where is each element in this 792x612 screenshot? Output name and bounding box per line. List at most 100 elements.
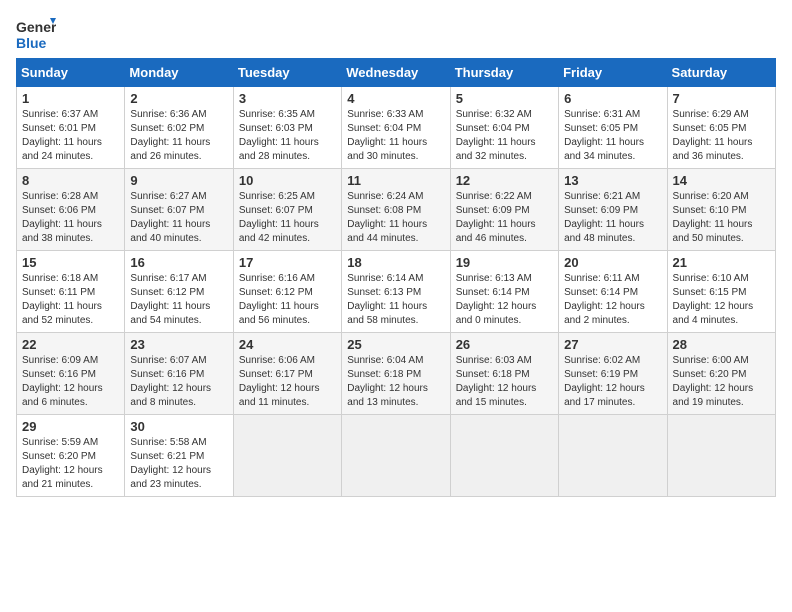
sunset-text: Sunset: 6:12 PM <box>239 286 336 300</box>
daylight-text: Daylight: 12 hours and 21 minutes. <box>22 464 119 492</box>
logo-blue: Blue <box>16 35 47 51</box>
sunrise-text: Sunrise: 6:37 AM <box>22 108 119 122</box>
calendar-cell: 15 Sunrise: 6:18 AM Sunset: 6:11 PM Dayl… <box>17 251 125 333</box>
daylight-text: Daylight: 12 hours and 0 minutes. <box>456 300 553 328</box>
cell-content: Sunrise: 6:33 AM Sunset: 6:04 PM Dayligh… <box>347 108 444 164</box>
cell-content: Sunrise: 6:00 AM Sunset: 6:20 PM Dayligh… <box>673 354 770 410</box>
calendar-table: SundayMondayTuesdayWednesdayThursdayFrid… <box>16 58 776 497</box>
sunrise-text: Sunrise: 6:14 AM <box>347 272 444 286</box>
calendar-cell: 14 Sunrise: 6:20 AM Sunset: 6:10 PM Dayl… <box>667 169 775 251</box>
day-number: 11 <box>347 173 444 188</box>
sunset-text: Sunset: 6:12 PM <box>130 286 227 300</box>
sunset-text: Sunset: 6:21 PM <box>130 450 227 464</box>
sunrise-text: Sunrise: 6:32 AM <box>456 108 553 122</box>
calendar-week-row: 22 Sunrise: 6:09 AM Sunset: 6:16 PM Dayl… <box>17 333 776 415</box>
daylight-text: Daylight: 11 hours and 58 minutes. <box>347 300 444 328</box>
cell-content: Sunrise: 6:31 AM Sunset: 6:05 PM Dayligh… <box>564 108 661 164</box>
sunrise-text: Sunrise: 6:10 AM <box>673 272 770 286</box>
day-number: 25 <box>347 337 444 352</box>
calendar-cell: 17 Sunrise: 6:16 AM Sunset: 6:12 PM Dayl… <box>233 251 341 333</box>
daylight-text: Daylight: 11 hours and 30 minutes. <box>347 136 444 164</box>
day-number: 18 <box>347 255 444 270</box>
calendar-cell: 10 Sunrise: 6:25 AM Sunset: 6:07 PM Dayl… <box>233 169 341 251</box>
cell-content: Sunrise: 6:06 AM Sunset: 6:17 PM Dayligh… <box>239 354 336 410</box>
day-number: 7 <box>673 91 770 106</box>
day-number: 20 <box>564 255 661 270</box>
day-number: 28 <box>673 337 770 352</box>
day-number: 24 <box>239 337 336 352</box>
calendar-cell: 13 Sunrise: 6:21 AM Sunset: 6:09 PM Dayl… <box>559 169 667 251</box>
day-of-week-header: Monday <box>125 59 233 87</box>
calendar-cell: 19 Sunrise: 6:13 AM Sunset: 6:14 PM Dayl… <box>450 251 558 333</box>
day-number: 16 <box>130 255 227 270</box>
day-number: 10 <box>239 173 336 188</box>
cell-content: Sunrise: 5:59 AM Sunset: 6:20 PM Dayligh… <box>22 436 119 492</box>
sunset-text: Sunset: 6:16 PM <box>22 368 119 382</box>
day-number: 12 <box>456 173 553 188</box>
daylight-text: Daylight: 11 hours and 24 minutes. <box>22 136 119 164</box>
daylight-text: Daylight: 11 hours and 48 minutes. <box>564 218 661 246</box>
cell-content: Sunrise: 6:02 AM Sunset: 6:19 PM Dayligh… <box>564 354 661 410</box>
day-number: 26 <box>456 337 553 352</box>
sunset-text: Sunset: 6:07 PM <box>130 204 227 218</box>
sunset-text: Sunset: 6:06 PM <box>22 204 119 218</box>
daylight-text: Daylight: 11 hours and 44 minutes. <box>347 218 444 246</box>
daylight-text: Daylight: 11 hours and 56 minutes. <box>239 300 336 328</box>
page-header: General Blue <box>16 16 776 52</box>
day-number: 13 <box>564 173 661 188</box>
day-number: 15 <box>22 255 119 270</box>
daylight-text: Daylight: 11 hours and 26 minutes. <box>130 136 227 164</box>
day-number: 8 <box>22 173 119 188</box>
sunset-text: Sunset: 6:07 PM <box>239 204 336 218</box>
logo-svg: General Blue <box>16 16 56 52</box>
cell-content: Sunrise: 6:11 AM Sunset: 6:14 PM Dayligh… <box>564 272 661 328</box>
cell-content: Sunrise: 6:36 AM Sunset: 6:02 PM Dayligh… <box>130 108 227 164</box>
calendar-cell: 9 Sunrise: 6:27 AM Sunset: 6:07 PM Dayli… <box>125 169 233 251</box>
day-number: 14 <box>673 173 770 188</box>
cell-content: Sunrise: 6:28 AM Sunset: 6:06 PM Dayligh… <box>22 190 119 246</box>
calendar-cell: 16 Sunrise: 6:17 AM Sunset: 6:12 PM Dayl… <box>125 251 233 333</box>
sunset-text: Sunset: 6:20 PM <box>673 368 770 382</box>
cell-content: Sunrise: 6:22 AM Sunset: 6:09 PM Dayligh… <box>456 190 553 246</box>
calendar-cell: 12 Sunrise: 6:22 AM Sunset: 6:09 PM Dayl… <box>450 169 558 251</box>
sunset-text: Sunset: 6:16 PM <box>130 368 227 382</box>
daylight-text: Daylight: 12 hours and 17 minutes. <box>564 382 661 410</box>
daylight-text: Daylight: 11 hours and 32 minutes. <box>456 136 553 164</box>
daylight-text: Daylight: 11 hours and 42 minutes. <box>239 218 336 246</box>
calendar-cell <box>342 415 450 497</box>
calendar-cell: 21 Sunrise: 6:10 AM Sunset: 6:15 PM Dayl… <box>667 251 775 333</box>
daylight-text: Daylight: 12 hours and 6 minutes. <box>22 382 119 410</box>
daylight-text: Daylight: 11 hours and 36 minutes. <box>673 136 770 164</box>
daylight-text: Daylight: 12 hours and 15 minutes. <box>456 382 553 410</box>
day-number: 30 <box>130 419 227 434</box>
sunrise-text: Sunrise: 6:21 AM <box>564 190 661 204</box>
sunset-text: Sunset: 6:18 PM <box>347 368 444 382</box>
calendar-cell: 26 Sunrise: 6:03 AM Sunset: 6:18 PM Dayl… <box>450 333 558 415</box>
calendar-header-row: SundayMondayTuesdayWednesdayThursdayFrid… <box>17 59 776 87</box>
calendar-cell: 2 Sunrise: 6:36 AM Sunset: 6:02 PM Dayli… <box>125 87 233 169</box>
sunset-text: Sunset: 6:04 PM <box>347 122 444 136</box>
cell-content: Sunrise: 6:20 AM Sunset: 6:10 PM Dayligh… <box>673 190 770 246</box>
daylight-text: Daylight: 11 hours and 40 minutes. <box>130 218 227 246</box>
day-of-week-header: Sunday <box>17 59 125 87</box>
logo-icon-wrap: General Blue <box>16 16 56 52</box>
day-number: 5 <box>456 91 553 106</box>
cell-content: Sunrise: 6:25 AM Sunset: 6:07 PM Dayligh… <box>239 190 336 246</box>
day-number: 17 <box>239 255 336 270</box>
daylight-text: Daylight: 11 hours and 50 minutes. <box>673 218 770 246</box>
sunrise-text: Sunrise: 6:35 AM <box>239 108 336 122</box>
calendar-cell: 20 Sunrise: 6:11 AM Sunset: 6:14 PM Dayl… <box>559 251 667 333</box>
sunrise-text: Sunrise: 6:02 AM <box>564 354 661 368</box>
calendar-cell: 25 Sunrise: 6:04 AM Sunset: 6:18 PM Dayl… <box>342 333 450 415</box>
cell-content: Sunrise: 6:32 AM Sunset: 6:04 PM Dayligh… <box>456 108 553 164</box>
sunset-text: Sunset: 6:09 PM <box>564 204 661 218</box>
cell-content: Sunrise: 6:04 AM Sunset: 6:18 PM Dayligh… <box>347 354 444 410</box>
calendar-cell: 27 Sunrise: 6:02 AM Sunset: 6:19 PM Dayl… <box>559 333 667 415</box>
sunset-text: Sunset: 6:15 PM <box>673 286 770 300</box>
sunset-text: Sunset: 6:05 PM <box>564 122 661 136</box>
sunrise-text: Sunrise: 5:58 AM <box>130 436 227 450</box>
calendar-cell: 6 Sunrise: 6:31 AM Sunset: 6:05 PM Dayli… <box>559 87 667 169</box>
calendar-week-row: 1 Sunrise: 6:37 AM Sunset: 6:01 PM Dayli… <box>17 87 776 169</box>
daylight-text: Daylight: 12 hours and 2 minutes. <box>564 300 661 328</box>
sunrise-text: Sunrise: 6:36 AM <box>130 108 227 122</box>
